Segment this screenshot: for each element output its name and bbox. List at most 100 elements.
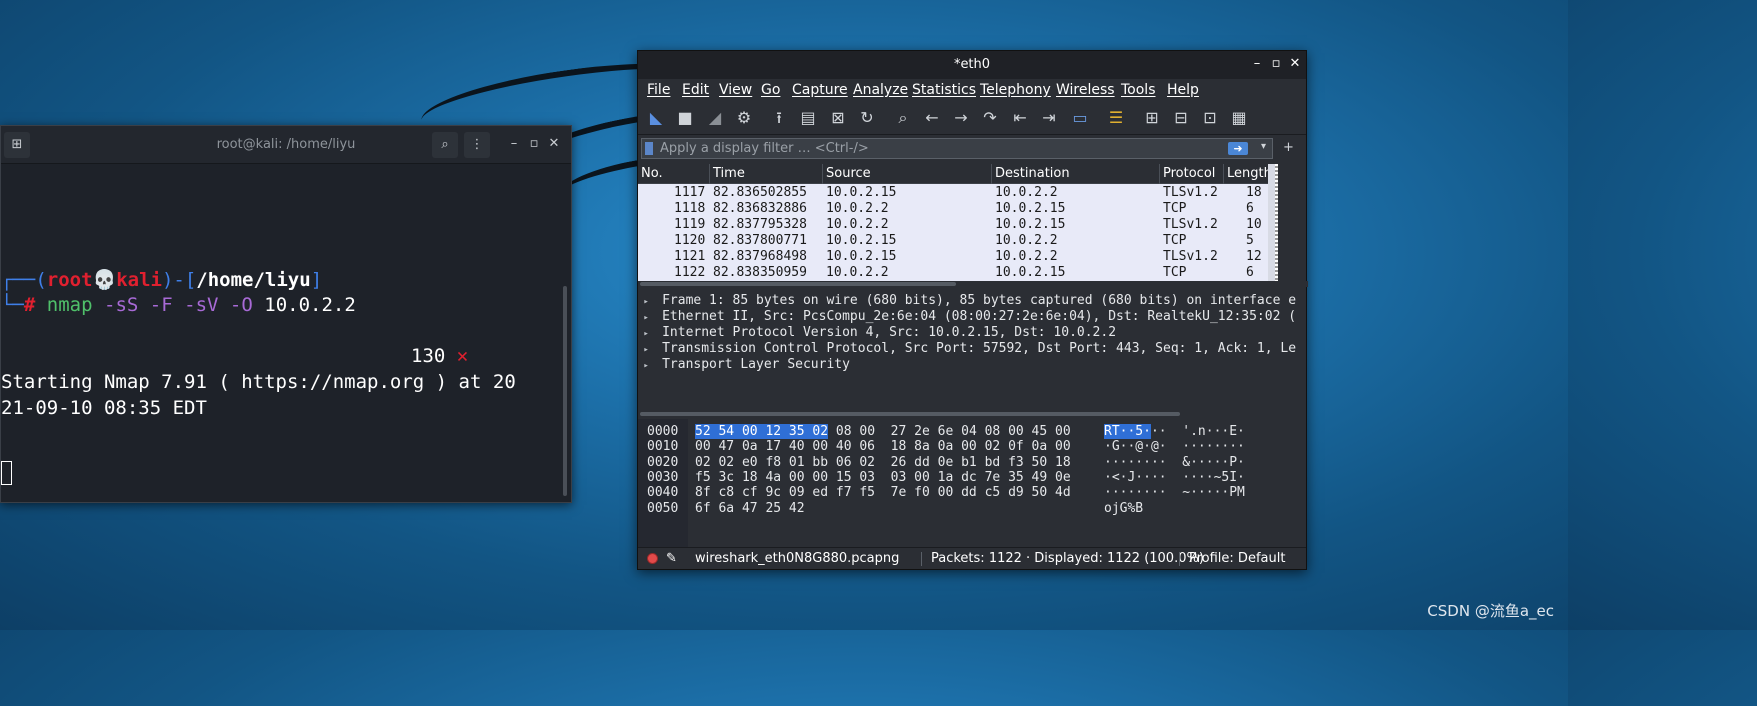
hex-bytes[interactable]: 6f 6a 47 25 42 — [695, 501, 805, 517]
kebab-menu-icon[interactable]: ⋮ — [464, 132, 490, 158]
menu-tools[interactable]: Tools — [1121, 82, 1156, 98]
packet-row[interactable]: 1122 82.838350959 10.0.2.2 10.0.2.15 TCP 6 — [638, 265, 1268, 281]
stop-capture-icon[interactable]: ■ — [674, 107, 696, 129]
go-to-packet-icon[interactable]: ↷ — [979, 107, 1001, 129]
detail-tree-item[interactable]: ▸ Internet Protocol Version 4, Src: 10.0… — [638, 325, 1116, 341]
hex-ascii[interactable]: ·<·J···· ····~5I· — [1104, 470, 1245, 486]
menu-view[interactable]: View — [719, 82, 752, 98]
resize-columns-icon[interactable]: ▦ — [1228, 107, 1250, 129]
capture-options-icon[interactable]: ⚙ — [733, 107, 755, 129]
bookmark-icon[interactable] — [645, 142, 653, 155]
terminal-scrollbar[interactable] — [563, 286, 567, 496]
packet-bytes-pane[interactable]: 0000 52 54 00 12 35 02 08 00 27 2e 6e 04 … — [638, 419, 1306, 547]
hex-ascii[interactable]: ojG%B — [1104, 501, 1143, 517]
expand-arrow-icon[interactable]: ▸ — [638, 297, 654, 307]
menu-statistics[interactable]: Statistics — [912, 82, 976, 98]
find-packet-icon[interactable]: ⌕ — [892, 107, 914, 129]
column-header-time[interactable]: Time — [713, 166, 745, 181]
maximize-icon[interactable]: ▫ — [527, 136, 541, 151]
autoscroll-icon[interactable]: ▭ — [1069, 107, 1091, 129]
zoom-in-icon[interactable]: ⊞ — [1141, 107, 1163, 129]
expand-arrow-icon[interactable]: ▸ — [638, 361, 654, 371]
expand-arrow-icon[interactable]: ▸ — [638, 329, 654, 339]
expand-arrow-icon[interactable]: ▸ — [638, 345, 654, 355]
chevron-down-icon[interactable]: ▾ — [1261, 141, 1266, 152]
menu-edit[interactable]: Edit — [682, 82, 709, 98]
hex-selection[interactable]: 52 54 00 12 35 02 — [695, 424, 829, 439]
hex-bytes[interactable]: 52 54 00 12 35 02 08 00 27 2e 6e 04 08 0… — [695, 424, 1071, 440]
packet-row[interactable]: 1117 82.836502855 10.0.2.15 10.0.2.2 TLSv1.2… — [638, 185, 1268, 201]
minimize-icon[interactable]: – — [1250, 56, 1264, 71]
menu-analyze[interactable]: Analyze — [853, 82, 908, 98]
packet-list[interactable]: No. Time Source Destination Protocol Len… — [638, 164, 1268, 281]
comment-icon[interactable]: ✎ — [666, 551, 677, 566]
add-filter-button-icon[interactable]: + — [1283, 140, 1294, 155]
close-file-icon[interactable]: ⊠ — [827, 107, 849, 129]
detail-tree-item[interactable]: ▸ Transport Layer Security — [638, 357, 850, 373]
packet-row[interactable]: 1120 82.837800771 10.0.2.15 10.0.2.2 TCP 5 — [638, 233, 1268, 249]
hex-bytes[interactable]: 00 47 0a 17 40 00 40 06 18 8a 0a 00 02 0… — [695, 439, 1071, 455]
last-packet-icon[interactable]: ⇥ — [1038, 107, 1060, 129]
maximize-icon[interactable]: ▫ — [1269, 56, 1283, 71]
colorize-icon[interactable]: ☰ — [1105, 107, 1127, 129]
profile-label[interactable]: Profile: Default — [1189, 551, 1285, 566]
hex-ascii[interactable]: ········ &·····P· — [1104, 455, 1245, 471]
hex-bytes[interactable]: 8f c8 cf 9c 09 ed f7 f5 7e f0 00 dd c5 d… — [695, 485, 1071, 501]
close-icon[interactable]: ✕ — [547, 136, 561, 151]
open-file-icon[interactable]: ⭱ — [768, 107, 790, 129]
column-header-protocol[interactable]: Protocol — [1163, 166, 1215, 181]
column-header-destination[interactable]: Destination — [995, 166, 1070, 181]
detail-tree-item[interactable]: ▸ Ethernet II, Src: PcsCompu_2e:6e:04 (0… — [638, 309, 1296, 325]
reload-file-icon[interactable]: ↻ — [856, 107, 878, 129]
hex-ascii[interactable]: ········ ~·····PM — [1104, 485, 1245, 501]
packet-list-scrollbar[interactable] — [1268, 164, 1275, 281]
menu-telephony[interactable]: Telephony — [980, 82, 1051, 98]
menu-file[interactable]: File — [647, 82, 670, 98]
zoom-out-icon[interactable]: ⊟ — [1170, 107, 1192, 129]
display-filter-bar[interactable]: ➜ ▾ — [641, 138, 1273, 159]
column-header-length[interactable]: Length — [1227, 166, 1268, 181]
apply-filter-icon[interactable]: ➜ — [1228, 142, 1248, 155]
hex-bytes[interactable]: f5 3c 18 4a 00 00 15 03 03 00 1a dc 7e 3… — [695, 470, 1071, 486]
menu-capture[interactable]: Capture — [792, 82, 848, 98]
packet-list-hscrollbar[interactable] — [638, 281, 1308, 287]
restart-capture-icon[interactable]: ◢ — [704, 107, 726, 129]
packet-row[interactable]: 1119 82.837795328 10.0.2.2 10.0.2.15 TLSv1.2… — [638, 217, 1268, 233]
packet-cell-proto: TCP — [1163, 233, 1187, 248]
hex-bytes-text: f5 3c 18 4a 00 00 15 03 03 00 1a dc 7e 3… — [695, 469, 1071, 485]
terminal-body[interactable]: ┌──(root💀kali)-[/home/liyu] └─# nmap -sS… — [1, 164, 571, 502]
packet-row[interactable]: 1121 82.837968498 10.0.2.15 10.0.2.2 TLSv1.2… — [638, 249, 1268, 265]
first-packet-icon[interactable]: ⇤ — [1009, 107, 1031, 129]
ascii-selection[interactable]: RT··5· — [1104, 424, 1151, 439]
hex-ascii[interactable]: RT··5··· '.n···E· — [1104, 424, 1245, 440]
packet-minimap[interactable] — [1275, 164, 1278, 281]
start-capture-icon[interactable]: ◣ — [645, 107, 667, 129]
packet-row[interactable]: 1118 82.836832886 10.0.2.2 10.0.2.15 TCP 6 — [638, 201, 1268, 217]
packet-details-pane[interactable]: ▸ Frame 1: 85 bytes on wire (680 bits), … — [638, 289, 1306, 409]
minimize-icon[interactable]: – — [507, 136, 521, 151]
menu-wireless[interactable]: Wireless — [1056, 82, 1115, 98]
hex-ascii[interactable]: ·G··@·@· ········ — [1104, 439, 1245, 455]
terminal-titlebar[interactable]: ⊞ root@kali: /home/liyu ⌕ ⋮ – ▫ ✕ — [1, 126, 571, 164]
menu-help[interactable]: Help — [1167, 82, 1199, 98]
hex-bytes[interactable]: 02 02 e0 f8 01 bb 06 02 26 dd 0e b1 bd f… — [695, 455, 1071, 471]
column-header-no[interactable]: No. — [641, 166, 663, 181]
display-filter-input[interactable] — [660, 140, 1230, 157]
menu-go[interactable]: Go — [761, 82, 780, 98]
pane-splitter[interactable] — [638, 409, 1306, 419]
detail-tree-item[interactable]: ▸ Frame 1: 85 bytes on wire (680 bits), … — [638, 293, 1296, 309]
terminal-window[interactable]: ⊞ root@kali: /home/liyu ⌕ ⋮ – ▫ ✕ ┌──(ro… — [0, 125, 572, 503]
save-file-icon[interactable]: ▤ — [797, 107, 819, 129]
capture-status-icon[interactable] — [647, 553, 658, 564]
detail-tree-item[interactable]: ▸ Transmission Control Protocol, Src Por… — [638, 341, 1296, 357]
go-back-icon[interactable]: ← — [921, 107, 943, 129]
packet-cell-time: 82.837795328 — [713, 217, 807, 232]
close-icon[interactable]: ✕ — [1288, 56, 1302, 71]
wireshark-titlebar[interactable]: *eth0 – ▫ ✕ — [638, 51, 1306, 79]
normal-size-icon[interactable]: ⊡ — [1199, 107, 1221, 129]
column-header-source[interactable]: Source — [826, 166, 871, 181]
go-forward-icon[interactable]: → — [950, 107, 972, 129]
wireshark-window[interactable]: *eth0 – ▫ ✕ File Edit View Go Capture An… — [637, 50, 1308, 570]
search-icon[interactable]: ⌕ — [432, 132, 458, 158]
expand-arrow-icon[interactable]: ▸ — [638, 313, 654, 323]
